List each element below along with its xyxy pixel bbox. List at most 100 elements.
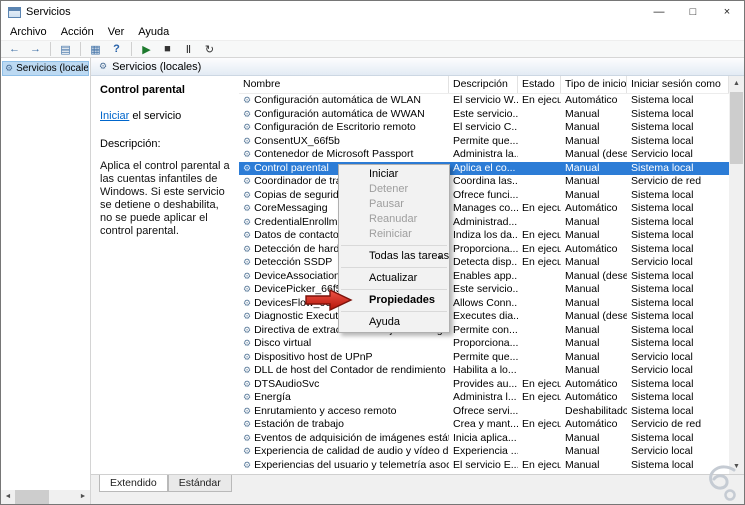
service-gear-icon: ⚙: [243, 446, 252, 456]
minimize-button[interactable]: —: [642, 1, 676, 23]
start-service-icon[interactable]: ▶: [137, 41, 156, 57]
help-icon[interactable]: ?: [107, 41, 126, 57]
properties-icon[interactable]: ▦: [86, 41, 105, 57]
scroll-left-icon[interactable]: ◄: [1, 490, 15, 504]
service-logon-as: Sistema local: [631, 188, 694, 201]
title-bar[interactable]: Servicios — □ ×: [1, 1, 744, 23]
service-row[interactable]: ⚙ Configuración de Escritorio remoto El se…: [239, 121, 729, 135]
context-menu-item-reiniciar: Reiniciar: [369, 228, 412, 240]
service-name-cell: ⚙ Energía: [239, 391, 449, 405]
service-description: Detecta disp...: [453, 256, 518, 268]
service-row[interactable]: ⚙ Experiencia de calidad de audio y vídeo…: [239, 445, 729, 459]
menu-archivo[interactable]: Archivo: [3, 26, 54, 38]
service-row[interactable]: ⚙Detección SSDP Detecta disp... En ejecu..…: [239, 256, 729, 270]
service-row[interactable]: ⚙ Configuración automática de WWAN Este se…: [239, 108, 729, 122]
menu-ver[interactable]: Ver: [101, 26, 132, 38]
service-row[interactable]: ⚙ Disco virtual Proporciona... Manual Sistem…: [239, 337, 729, 351]
service-name-cell: ⚙ Eventos de adquisición de imágenes está…: [239, 432, 449, 446]
service-row[interactable]: ⚙Directiva de extracción de tarjetas int…: [239, 324, 729, 338]
tree-horizontal-scrollbar[interactable]: ◄ ►: [1, 490, 90, 504]
service-startup-type: Manual: [565, 337, 600, 349]
service-row[interactable]: ⚙ Copias de seguridad Ofrece funci... Manua…: [239, 189, 729, 203]
scrollbar-track[interactable]: [49, 490, 76, 504]
menu-accion[interactable]: Acción: [54, 26, 101, 38]
context-menu-item-ayuda[interactable]: Ayuda: [339, 315, 449, 330]
description-label: Descripción:: [100, 138, 161, 150]
close-button[interactable]: ×: [710, 1, 744, 23]
maximize-button[interactable]: □: [676, 1, 710, 23]
service-status: [518, 337, 561, 351]
service-row[interactable]: ⚙ Configuración automática de WLAN El serv…: [239, 94, 729, 108]
service-row[interactable]: ⚙ ConsentUX_66f5b Permite que... Manual Sist…: [239, 135, 729, 149]
scrollbar-thumb[interactable]: [730, 92, 743, 164]
service-startup-type: Manual (dese...: [565, 310, 627, 322]
service-row[interactable]: ⚙ CredentialEnrollm Administrad... Manual Si…: [239, 216, 729, 230]
menu-separator: [341, 245, 447, 246]
service-logon-as: Sistema local: [631, 269, 694, 282]
stop-service-icon[interactable]: ■: [158, 41, 177, 57]
column-header-iniciar-sesion-como[interactable]: Iniciar sesión como: [627, 76, 729, 93]
forward-icon[interactable]: →: [26, 41, 45, 57]
start-service-link[interactable]: Iniciar: [100, 110, 129, 122]
menu-separator: [341, 267, 447, 268]
context-menu-item-actualizar[interactable]: Actualizar: [339, 271, 449, 286]
service-startup-type: Automático: [565, 418, 618, 430]
service-description: Experiencia ...: [453, 445, 518, 457]
service-status: [518, 216, 561, 230]
service-name: DeviceAssociationS: [254, 269, 347, 282]
scrollbar-thumb[interactable]: [15, 490, 49, 504]
service-status: [518, 351, 561, 365]
tab-estandar[interactable]: Estándar: [167, 475, 232, 492]
services-table: Nombre Descripción Estado Tipo de inicio Ini…: [239, 76, 744, 474]
context-menu-item-todas-las-tareas[interactable]: Todas las tareas ▸: [339, 249, 449, 264]
service-row[interactable]: ⚙ Estación de trabajo Crea y mant... En eje…: [239, 418, 729, 432]
service-name-cell: ⚙ Contenedor de Microsoft Passport: [239, 148, 449, 162]
tree-item-servicios-locales[interactable]: ⚙ Servicios (locales): [2, 61, 89, 76]
results-pane-header: ⚙ Servicios (locales): [91, 58, 744, 76]
service-name: Configuración de Escritorio remoto: [254, 121, 416, 133]
service-name: Experiencias del usuario y telemetría as…: [254, 458, 449, 471]
service-row[interactable]: ⚙ Control parental Aplica el co... Manual Si…: [239, 161, 729, 175]
menu-ayuda[interactable]: Ayuda: [131, 26, 176, 38]
back-icon[interactable]: ←: [5, 41, 24, 57]
service-row[interactable]: ⚙ Eventos de adquisición de imágenes está…: [239, 432, 729, 446]
column-header-tipo-de-inicio[interactable]: Tipo de inicio: [561, 76, 627, 93]
service-description: El servicio W...: [453, 94, 518, 106]
show-console-tree-icon[interactable]: ▤: [56, 41, 75, 57]
restart-service-icon[interactable]: ↻: [200, 41, 219, 57]
service-row[interactable]: ⚙ Detección de hardw Proporciona... En ejec…: [239, 243, 729, 257]
context-menu-item-iniciar[interactable]: Iniciar: [339, 167, 449, 182]
service-gear-icon: ⚙: [243, 162, 252, 173]
service-row[interactable]: ⚙ Coordinador de tra Coordina las... Manual…: [239, 175, 729, 189]
table-vertical-scrollbar[interactable]: ▲ ▼: [729, 76, 744, 474]
column-header-estado[interactable]: Estado: [518, 76, 561, 93]
service-logon-as: Servicio local: [631, 350, 693, 363]
column-header-descripcion[interactable]: Descripción: [449, 76, 518, 93]
column-header-nombre[interactable]: Nombre: [239, 76, 449, 93]
service-row[interactable]: ⚙ DeviceAssociationS Enables app... Manual …: [239, 270, 729, 284]
service-row[interactable]: ⚙CoreMessaging Manages co... En ejecu... Au…: [239, 202, 729, 216]
tab-extendido[interactable]: Extendido: [99, 475, 168, 492]
scroll-up-icon[interactable]: ▲: [729, 76, 744, 91]
service-row[interactable]: ⚙DTSAudioSvc Provides au... En ejecu... Aut…: [239, 378, 729, 392]
pause-service-icon[interactable]: Ⅱ: [179, 41, 198, 57]
service-logon-as: Sistema local: [631, 161, 694, 174]
service-row[interactable]: ⚙ Experiencias del usuario y telemetría a…: [239, 459, 729, 473]
service-name-cell: ⚙ Dispositivo host de UPnP: [239, 351, 449, 365]
service-name: Detección SSDP: [254, 256, 333, 268]
scroll-right-icon[interactable]: ►: [76, 490, 90, 504]
service-row[interactable]: ⚙ Enrutamiento y acceso remoto Ofrece serv…: [239, 405, 729, 419]
service-row[interactable]: ⚙ Datos de contactos Indiza los da... En ej…: [239, 229, 729, 243]
service-gear-icon: ⚙: [243, 216, 252, 227]
services-header-icon: ⚙: [99, 61, 108, 71]
service-row[interactable]: ⚙ Dispositivo host de UPnP Permite que... M…: [239, 351, 729, 365]
service-row[interactable]: ⚙ DLL de host del Contador de rendimiento…: [239, 364, 729, 378]
context-menu-item-propiedades[interactable]: Propiedades: [339, 293, 449, 308]
service-startup-type: Manual: [565, 134, 600, 147]
service-row[interactable]: ⚙Energía Administra l... En ejecu... Automá…: [239, 391, 729, 405]
service-description: Permite que...: [453, 350, 518, 363]
service-name: ConsentUX_66f5b: [254, 134, 340, 147]
service-name: Contenedor de Microsoft Passport: [254, 148, 414, 160]
service-row[interactable]: ⚙ Contenedor de Microsoft Passport Adminis…: [239, 148, 729, 162]
service-status: [518, 108, 561, 122]
